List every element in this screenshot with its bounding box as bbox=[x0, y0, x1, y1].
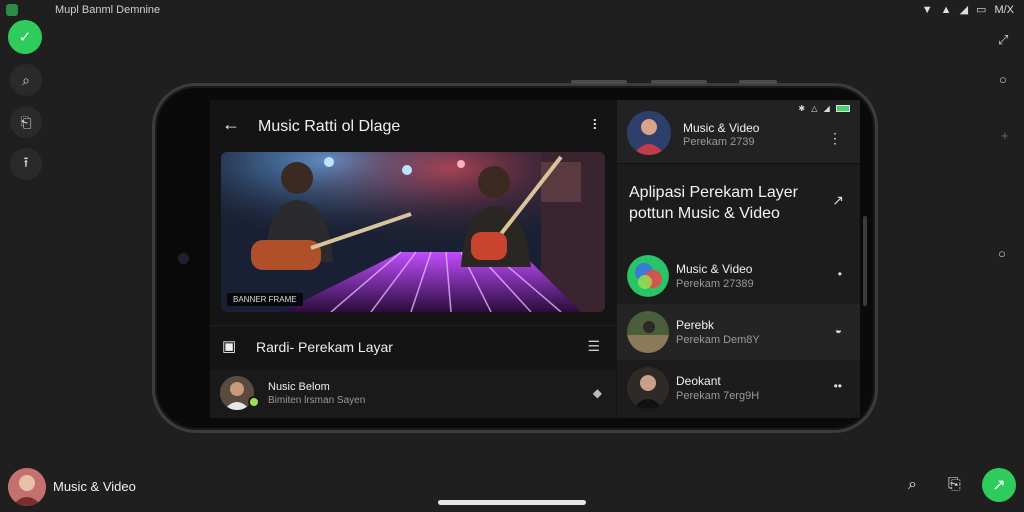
os-status-icons: ▼ ▲ ◢ ▭ M/X bbox=[922, 3, 1014, 17]
signal-bars-icon: ◢ bbox=[959, 4, 969, 16]
row-action-icon[interactable]: •• bbox=[834, 379, 842, 393]
signal-icon: ▲ bbox=[940, 4, 952, 16]
record-square-icon: ▣ bbox=[222, 338, 237, 355]
player-topbar: ← Music Ratti ol Dlage ⠇ bbox=[210, 100, 616, 150]
playlist-pane: Music & Video Perekam 2739 ⋮ ✱ △ ◢ Aplip… bbox=[617, 100, 860, 418]
side-button bbox=[863, 216, 867, 306]
search-feedback-icon[interactable]: ⌕ bbox=[10, 64, 42, 96]
document-icon[interactable]: ⎗ bbox=[10, 106, 42, 138]
bottom-label: Music & Video bbox=[53, 479, 136, 494]
os-title: Mupl Banml Demnine bbox=[55, 4, 161, 16]
volume-button-2 bbox=[651, 80, 707, 84]
row-subtitle: Perekam 7erg9H bbox=[676, 390, 760, 402]
row-subtitle: Perekam 27389 bbox=[676, 278, 754, 290]
list-item[interactable]: Music & Video Perekam 27389 • bbox=[617, 248, 860, 304]
expand-icon[interactable]: ⤢ bbox=[998, 32, 1008, 48]
row-subtitle: Perekam Dem8Y bbox=[676, 334, 760, 346]
list-item[interactable]: Nusic Belom Bimiten lrsman Sayen ◆ bbox=[210, 370, 616, 418]
row-name: Music & Video bbox=[676, 262, 753, 276]
video-thumbnail[interactable]: BANNER FRAME bbox=[221, 152, 605, 312]
section-title: Rardi- Perekam Layar bbox=[256, 339, 393, 355]
avatar bbox=[627, 111, 671, 155]
list-item[interactable]: Perebk Perekam Dem8Y ◒ bbox=[617, 304, 860, 360]
avatar bbox=[627, 311, 669, 353]
recorder-section[interactable]: ▣ Rardi- Perekam Layar ☰ bbox=[210, 325, 616, 367]
list-item[interactable]: Deokant Perekam 7erg9H •• bbox=[617, 360, 860, 416]
avatar[interactable] bbox=[8, 468, 46, 506]
status-time: M/X bbox=[994, 4, 1014, 16]
promo-text: Aplipasi Perekam Layer pottun Music & Vi… bbox=[629, 184, 798, 222]
download-check-icon[interactable]: ✓ bbox=[8, 20, 42, 54]
battery-icon: ▭ bbox=[976, 4, 987, 16]
row-name: Deokant bbox=[676, 374, 721, 388]
rotate-icon[interactable]: ○ bbox=[999, 72, 1007, 87]
plus-icon[interactable]: + bbox=[1001, 128, 1009, 143]
wifi-icon: ▼ bbox=[921, 4, 933, 16]
video-badge: BANNER FRAME bbox=[227, 293, 303, 306]
share-icon[interactable]: ⎘ bbox=[948, 476, 961, 494]
tag-icon[interactable]: ◆ bbox=[593, 386, 602, 400]
inner-status-bar: ✱ △ ◢ bbox=[798, 104, 850, 113]
app-logo-icon bbox=[627, 255, 669, 297]
upload-icon[interactable]: ⭱ bbox=[10, 148, 42, 180]
inner-status-icons: ✱ △ ◢ bbox=[798, 104, 832, 113]
home-indicator[interactable] bbox=[438, 500, 586, 505]
compose-fab-icon[interactable]: ↗ bbox=[982, 468, 1016, 502]
promo-banner[interactable]: Aplipasi Perekam Layer pottun Music & Vi… bbox=[617, 164, 860, 248]
home-circle-icon[interactable]: ○ bbox=[998, 246, 1006, 261]
search-icon[interactable]: ⌕ bbox=[908, 476, 917, 494]
arrow-up-right-icon[interactable]: ↗ bbox=[832, 192, 844, 209]
row-subtitle: Bimiten lrsman Sayen bbox=[268, 395, 366, 406]
front-camera bbox=[178, 253, 189, 264]
phone-screen: ← Music Ratti ol Dlage ⠇ BANNER FRAME ▣ … bbox=[210, 100, 860, 418]
power-button bbox=[739, 80, 777, 84]
row-name: Nusic Belom bbox=[268, 381, 330, 393]
more-vertical-icon[interactable]: ⋮ bbox=[828, 130, 842, 147]
concert-scene-image bbox=[221, 152, 605, 312]
row-action-icon[interactable]: ◒ bbox=[835, 323, 842, 337]
avatar bbox=[627, 367, 669, 409]
volume-button bbox=[571, 80, 627, 84]
online-status-dot bbox=[248, 396, 260, 408]
phone-frame: ← Music Ratti ol Dlage ⠇ BANNER FRAME ▣ … bbox=[152, 80, 878, 433]
bottom-bar: Music & Video ⌕ ⎘ ↗ bbox=[0, 462, 1024, 512]
list-icon[interactable]: ☰ bbox=[587, 338, 600, 355]
header-name: Music & Video bbox=[683, 121, 760, 135]
row-name: Perebk bbox=[676, 318, 715, 332]
player-pane: ← Music Ratti ol Dlage ⠇ BANNER FRAME ▣ … bbox=[210, 100, 616, 418]
grid-menu-icon[interactable]: ⠇ bbox=[592, 117, 602, 134]
header-subtitle: Perekam 2739 bbox=[683, 136, 755, 148]
app-icon bbox=[6, 4, 18, 16]
os-status-bar: Mupl Banml Demnine ▼ ▲ ◢ ▭ M/X bbox=[0, 0, 1024, 22]
row-action-icon[interactable]: • bbox=[838, 267, 842, 281]
battery-icon bbox=[836, 105, 850, 113]
player-title: Music Ratti ol Dlage bbox=[258, 118, 401, 135]
left-rail: ✓ ⌕ ⎗ ⭱ bbox=[8, 20, 44, 190]
back-arrow-icon[interactable]: ← bbox=[222, 114, 240, 135]
